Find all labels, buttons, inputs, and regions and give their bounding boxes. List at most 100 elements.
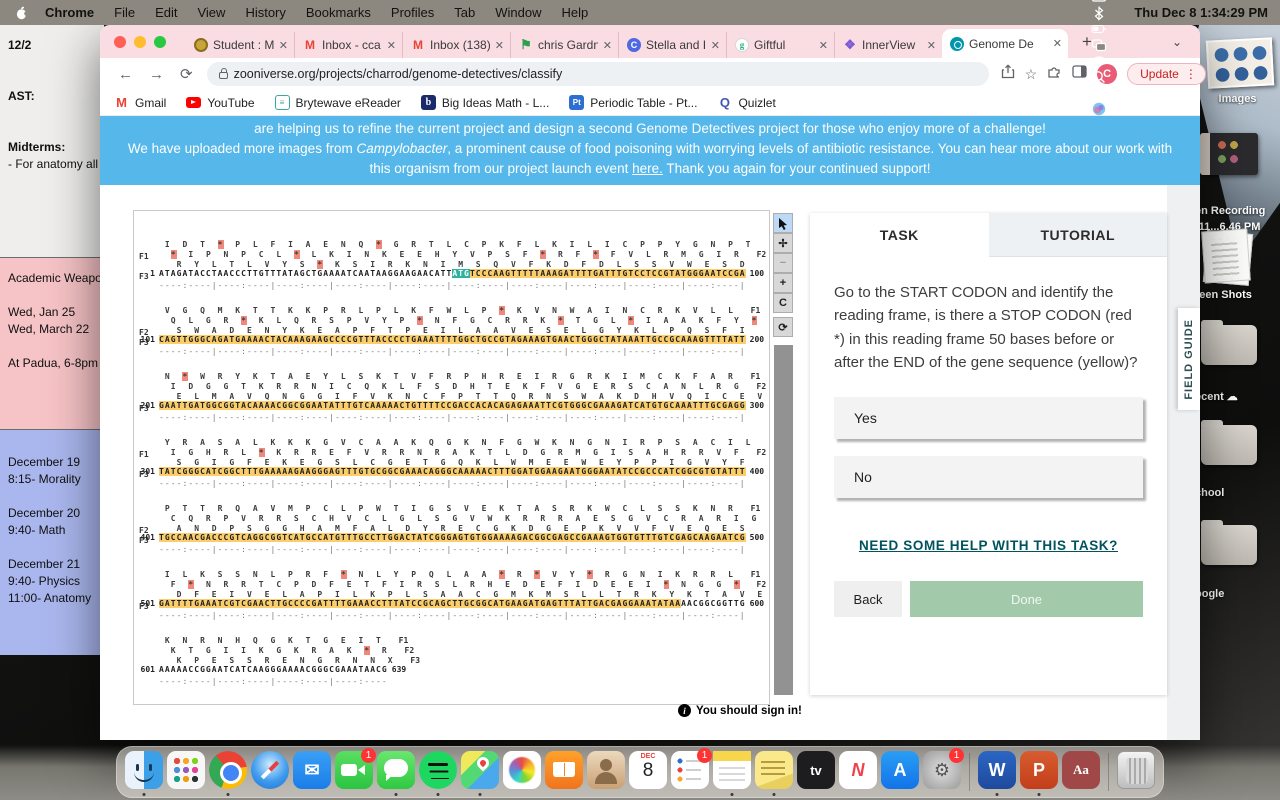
bookmark-big-ideas-math-l-[interactable]: b Big Ideas Math - L...	[420, 95, 549, 110]
recent-folder-label[interactable]: ecent ☁	[1195, 390, 1280, 403]
close-window-button[interactable]	[114, 36, 126, 48]
menu-profiles[interactable]: Profiles	[381, 5, 444, 20]
browser-tab-student-m[interactable]: Student : M ✕	[186, 32, 294, 58]
dock-icon-dict[interactable]: Aa	[1062, 749, 1100, 795]
done-button[interactable]: Done	[910, 581, 1143, 617]
dock-icon-photos[interactable]	[503, 749, 541, 795]
dock-icon-mail[interactable]: ✉	[293, 749, 331, 795]
sticky-note-gray[interactable]: 12/2 AST: Midterms: - For anatomy all q	[0, 25, 108, 258]
dock-icon-reminders[interactable]: 1	[671, 748, 712, 795]
cursor-tool-button[interactable]	[773, 213, 793, 233]
answer-yes-button[interactable]: Yes	[834, 397, 1143, 439]
dock-icon-news[interactable]: N	[839, 749, 877, 795]
battery-icon[interactable]	[1091, 21, 1107, 37]
dock-icon-contacts[interactable]	[587, 749, 625, 795]
browser-tab-stella-and-i[interactable]: C Stella and I ✕	[618, 32, 726, 58]
viewer-scrollbar[interactable]	[774, 345, 793, 695]
menu-window[interactable]: Window	[485, 5, 551, 20]
answer-no-button[interactable]: No	[834, 456, 1143, 498]
dock-icon-stickies[interactable]	[755, 749, 793, 796]
screen-recording-thumbnail[interactable]	[1200, 133, 1258, 175]
apple-menu-icon[interactable]	[14, 5, 29, 21]
close-tab-icon[interactable]: ✕	[711, 39, 720, 52]
minimize-window-button[interactable]	[134, 36, 146, 48]
field-guide-tab[interactable]: FIELD GUIDE	[1178, 308, 1200, 410]
zoom-in-tool-button[interactable]: +	[773, 273, 793, 293]
close-tab-icon[interactable]: ✕	[495, 39, 504, 52]
url-text[interactable]: zooniverse.org/projects/charrod/genome-d…	[234, 67, 563, 81]
dock-icon-word[interactable]: W	[978, 749, 1016, 796]
dock-icon-appletv[interactable]: tv	[797, 749, 835, 795]
browser-tab-genome-de[interactable]: Genome De ✕	[942, 29, 1068, 58]
bookmark-periodic-table-pt-[interactable]: Pt Periodic Table - Pt...	[569, 95, 697, 110]
sticky-note-blue[interactable]: December 19 8:15- Morality December 20 9:40…	[0, 430, 104, 655]
forward-icon[interactable]: →	[141, 66, 172, 83]
google-folder-icon[interactable]	[1201, 520, 1257, 565]
dock-icon-chrome[interactable]	[209, 749, 247, 796]
bookmark-star-icon[interactable]: ☆	[1025, 66, 1038, 83]
tab-tutorial[interactable]: TUTORIAL	[988, 213, 1167, 257]
recording-label-1[interactable]: en Recording	[1195, 205, 1280, 217]
screenshots-stack[interactable]	[1201, 230, 1253, 284]
sticky-note-pink[interactable]: Academic Weapon Wed, Jan 25 Wed, March 22 A…	[0, 258, 109, 430]
menu-tab[interactable]: Tab	[444, 5, 485, 20]
dock-icon-launchpad[interactable]	[167, 749, 205, 795]
dock-icon-maps[interactable]	[461, 749, 499, 796]
close-tab-icon[interactable]: ✕	[819, 39, 828, 52]
close-tab-icon[interactable]: ✕	[603, 39, 612, 52]
genome-sequence-viewer[interactable]: I D T * P L F I A E N Q * G R T L C P K …	[133, 210, 770, 705]
browser-tab-giftful[interactable]: g Giftful ✕	[726, 32, 834, 58]
menu-file[interactable]: File	[104, 5, 145, 20]
move-tool-button[interactable]: ✢	[773, 233, 793, 253]
bookmark-quizlet[interactable]: Q Quizlet	[717, 95, 776, 110]
zoom-out-tool-button[interactable]: −	[773, 253, 793, 273]
banner-here-link[interactable]: here.	[632, 161, 663, 176]
siri-icon[interactable]	[1091, 101, 1107, 117]
dock-icon-finder[interactable]	[125, 749, 163, 796]
wifi-icon[interactable]	[1091, 53, 1107, 69]
menu-bookmarks[interactable]: Bookmarks	[296, 5, 381, 20]
task-help-link[interactable]: NEED SOME HELP WITH THIS TASK?	[810, 538, 1167, 553]
browser-tab-chris-gardn[interactable]: ⚑ chris Gardn ✕	[510, 32, 618, 58]
browser-tab-innerview[interactable]: ❖ InnerView ✕	[834, 32, 942, 58]
control-center-icon[interactable]	[1091, 85, 1107, 101]
display-mirror-icon[interactable]	[1091, 37, 1107, 53]
address-bar[interactable]: zooniverse.org/projects/charrod/genome-d…	[206, 62, 989, 86]
close-tab-icon[interactable]: ✕	[387, 39, 396, 52]
menu-history[interactable]: History	[235, 5, 295, 20]
bluetooth-icon[interactable]	[1091, 5, 1107, 21]
dock-icon-facetime[interactable]: 1	[335, 748, 376, 795]
tab-task[interactable]: TASK	[810, 213, 989, 257]
close-tab-icon[interactable]: ✕	[279, 39, 288, 52]
menu-bar-clock[interactable]: Thu Dec 8 1:34:29 PM	[1134, 5, 1268, 20]
school-folder-icon[interactable]	[1201, 420, 1257, 465]
dock-icon-appstore[interactable]: A	[881, 749, 919, 795]
zoom-window-button[interactable]	[154, 36, 166, 48]
dock-icon-settings[interactable]: ⚙ 1	[923, 748, 964, 795]
refresh-tool-button[interactable]: ⟳	[773, 317, 793, 337]
reload-icon[interactable]: ⟳	[172, 65, 201, 83]
menu-view[interactable]: View	[187, 5, 235, 20]
share-icon[interactable]	[1001, 64, 1015, 84]
browser-tab-inbox-138-[interactable]: M Inbox (138) ✕	[402, 32, 510, 58]
dock-icon-trash[interactable]	[1117, 749, 1155, 795]
bookmark-youtube[interactable]: YouTube	[186, 96, 255, 110]
dock-icon-spotify[interactable]	[419, 749, 457, 796]
screenshots-label[interactable]: reen Shots	[1195, 289, 1280, 301]
back-button[interactable]: Back	[834, 581, 902, 617]
bookmark-gmail[interactable]: M Gmail	[114, 95, 166, 110]
search-icon[interactable]	[1091, 69, 1107, 85]
menu-chrome[interactable]: Chrome	[35, 5, 104, 20]
menu-help[interactable]: Help	[552, 5, 599, 20]
dock-icon-calendar[interactable]: DEC 8	[629, 749, 667, 795]
bookmark-brytewave-ereader[interactable]: ≡ Brytewave eReader	[274, 95, 401, 110]
dock-icon-notes[interactable]	[713, 749, 751, 796]
browser-tab-inbox-cca[interactable]: M Inbox - cca ✕	[294, 32, 402, 58]
close-tab-icon[interactable]: ✕	[927, 39, 936, 52]
menu-edit[interactable]: Edit	[145, 5, 187, 20]
dock-icon-safari[interactable]	[251, 749, 289, 795]
google-folder-label[interactable]: oogle	[1195, 588, 1280, 600]
close-tab-icon[interactable]: ✕	[1053, 37, 1062, 50]
dock-icon-books[interactable]	[545, 749, 583, 795]
sidebar-icon[interactable]	[1072, 65, 1087, 83]
